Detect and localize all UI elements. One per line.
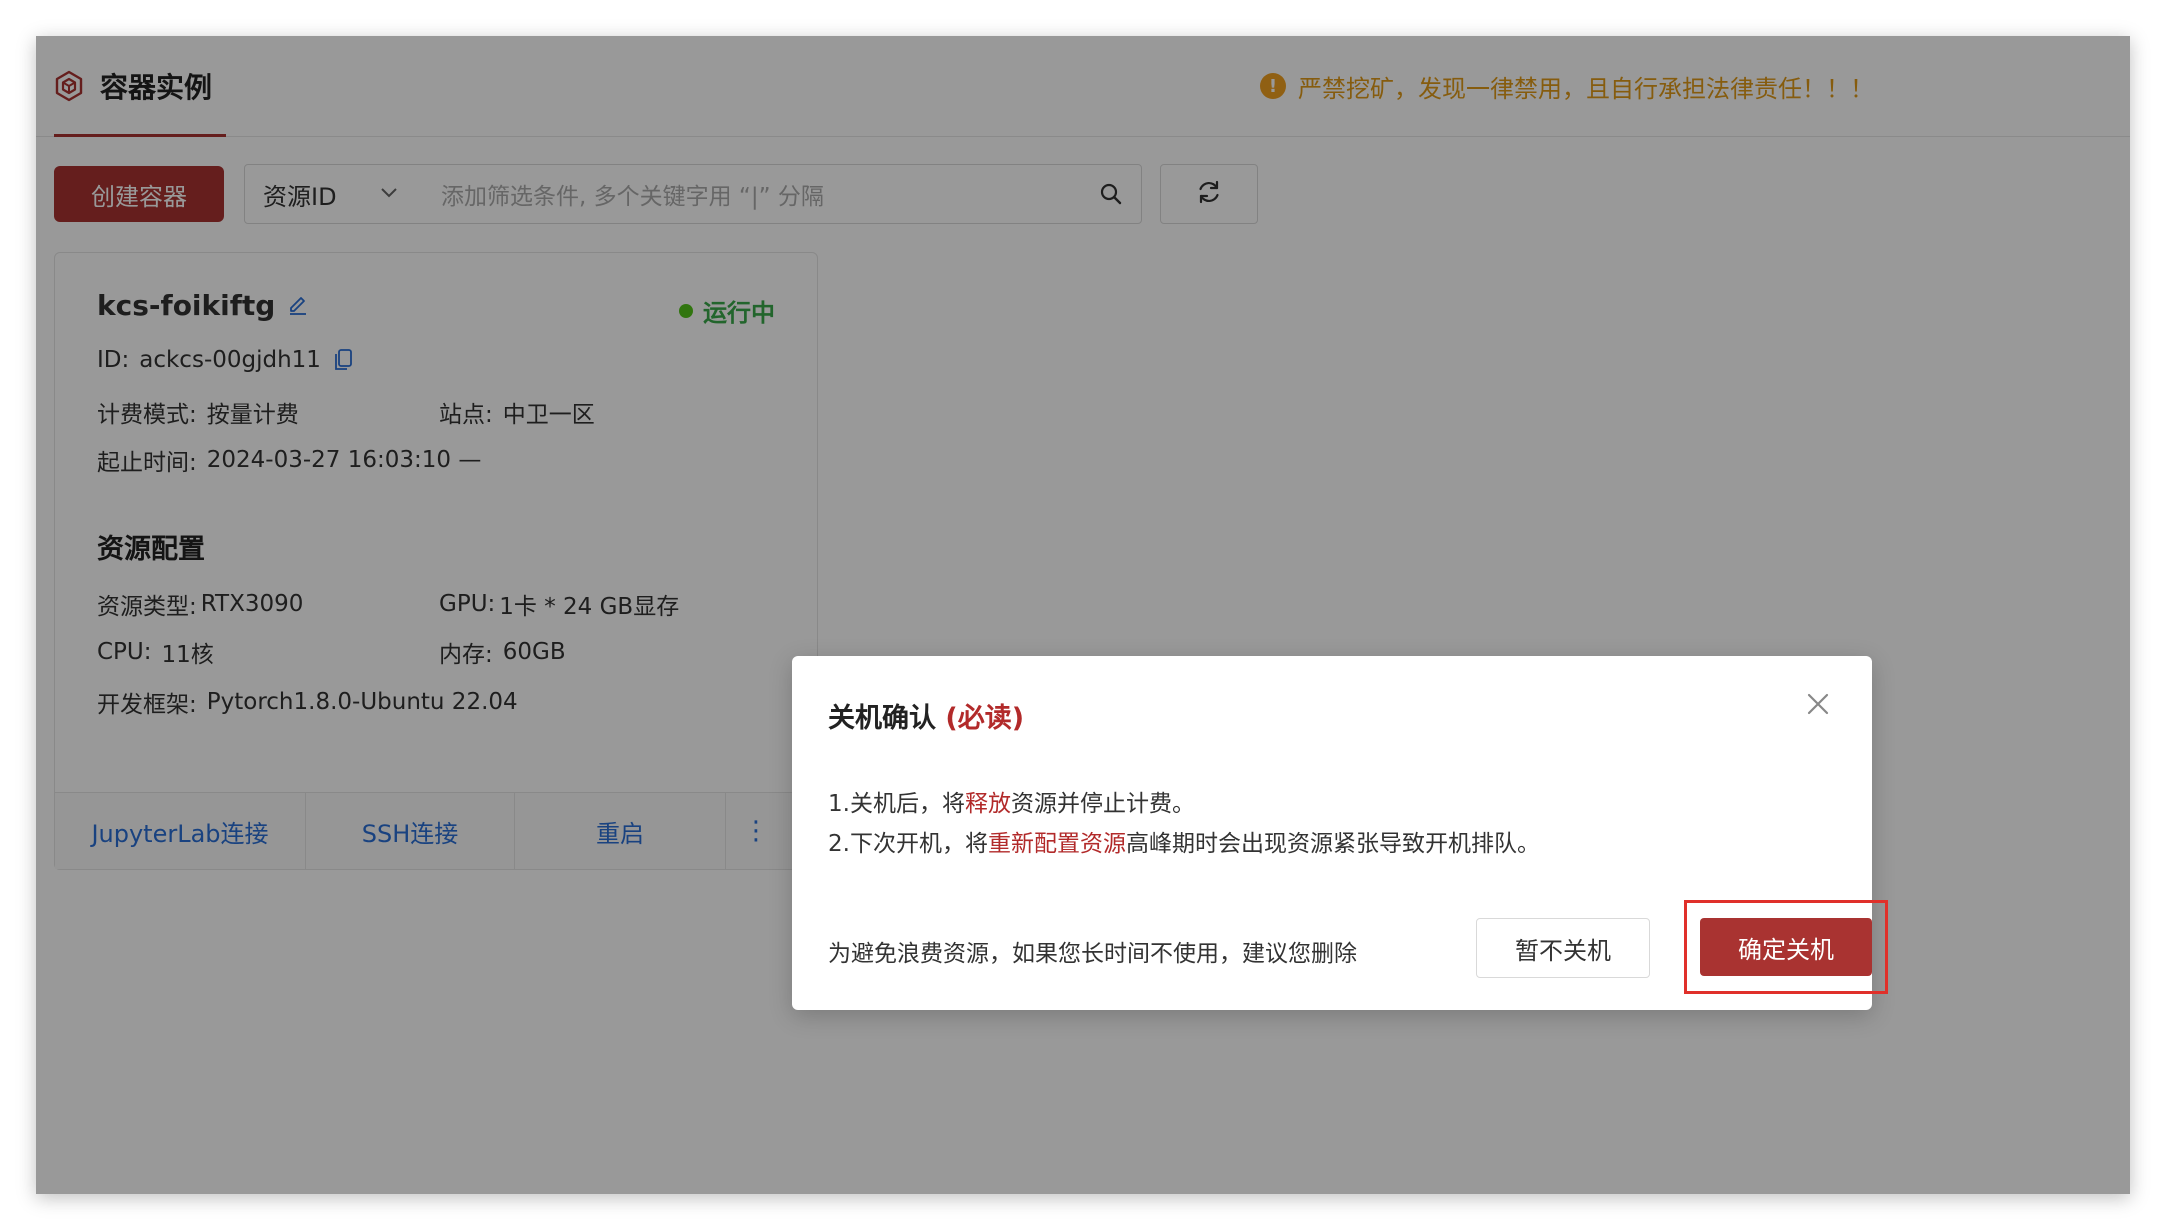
dialog-title-must-read: (必读) — [945, 703, 1025, 734]
notice-line-1: 1.关机后，将释放资源并停止计费。 — [828, 784, 1195, 818]
confirm-shutdown-button[interactable]: 确定关机 — [1700, 918, 1872, 976]
notice-line-2-text: 2.下次开机，将 — [828, 831, 988, 857]
dialog-title: 关机确认 (必读) — [828, 696, 1024, 735]
delete-suggestion: 为避免浪费资源，如果您长时间不使用，建议您删除 — [828, 941, 1357, 967]
notice-line-1-text: 1.关机后，将 — [828, 791, 965, 817]
notice-line-1-rest: 资源并停止计费。 — [1010, 791, 1195, 817]
close-icon[interactable] — [1804, 690, 1832, 718]
notice-line-2: 2.下次开机，将重新配置资源高峰期时会出现资源紧张导致开机排队。 — [828, 824, 1540, 858]
notice-line-2-highlight: 重新配置资源 — [987, 831, 1126, 857]
notice-line-1-highlight: 释放 — [964, 791, 1011, 817]
cancel-shutdown-button[interactable]: 暂不关机 — [1476, 918, 1650, 978]
page-frame: 容器实例 ! 严禁挖矿，发现一律禁用，且自行承担法律责任！！！ 创建容器 资源I… — [36, 36, 2130, 1194]
dialog-title-text: 关机确认 — [828, 703, 936, 734]
modal-backdrop[interactable] — [36, 36, 2130, 1194]
shutdown-confirm-dialog: 关机确认 (必读) 1.关机后，将释放资源并停止计费。 2.下次开机，将重新配置… — [792, 656, 1888, 1010]
notice-line-2-rest: 高峰期时会出现资源紧张导致开机排队。 — [1125, 831, 1540, 857]
